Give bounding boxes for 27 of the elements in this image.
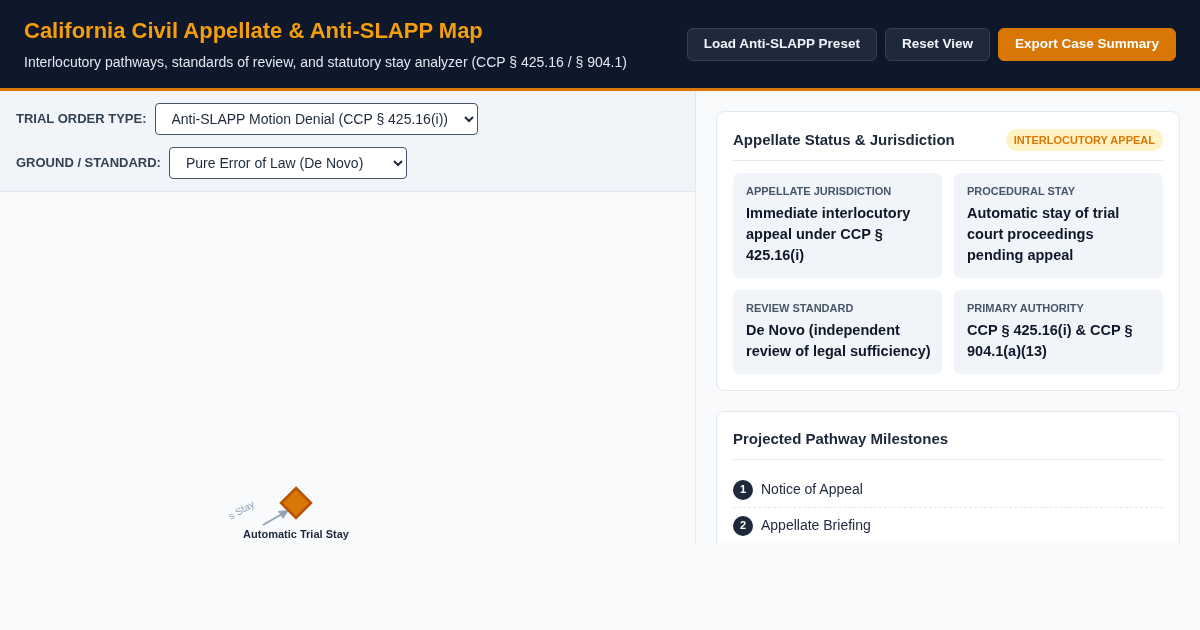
milestone-label: Appellate Briefing [761,516,871,535]
card-title: Projected Pathway Milestones [733,428,1163,460]
dropdown-select[interactable]: Pure Error of Law (De Novo) [168,147,407,179]
tile-label: PRIMARY AUTHORITY [967,302,1085,315]
tile-value: CCP § 425.16(i) & CCP § 904.1(a)(13) [967,321,1134,361]
tile-value: Automatic stay of trial court proceedings pending appeal [967,204,1121,265]
app-title: California Civil Appellate & Anti-SLAPP Map [24,18,484,44]
field-label: GROUND / STANDARD: [16,154,161,173]
status-badge: INTERLOCUTORY APPEAL [1005,129,1163,151]
app-subtitle: Interlocutory pathways, standards of review, and statutory stay analyzer (CCP § 425.16 / § 904.1) [24,53,627,71]
step-number: 2 [733,515,753,536]
toolbar-button[interactable]: Load Anti-SLAPP Preset [686,27,877,61]
tile-label: REVIEW STANDARD [746,302,855,315]
tile-value: De Novo (independent review of legal sufficiency) [746,321,931,361]
tile-label: PROCEDURAL STAY [967,185,1076,198]
dropdown-select[interactable]: Anti-SLAPP Motion Denial (CCP § 425.16(i)) [154,103,478,135]
tile-label: APPELLATE JURISDICTION [746,185,893,198]
diamond-node [279,486,313,520]
step-number: 1 [733,479,753,500]
tile-value: Immediate interlocutory appeal under CCP § 425.16(i) [746,204,912,265]
toolbar-button[interactable]: Reset View [884,27,990,61]
edge-arrow [262,510,289,526]
field-label: TRIAL ORDER TYPE: [16,110,147,129]
milestone-label: Notice of Appeal [761,480,863,499]
node-label: Automatic Trial Stay [243,528,349,540]
edge-label: s Stay [226,498,257,522]
card-title: Appellate Status & Jurisdiction [733,130,955,150]
